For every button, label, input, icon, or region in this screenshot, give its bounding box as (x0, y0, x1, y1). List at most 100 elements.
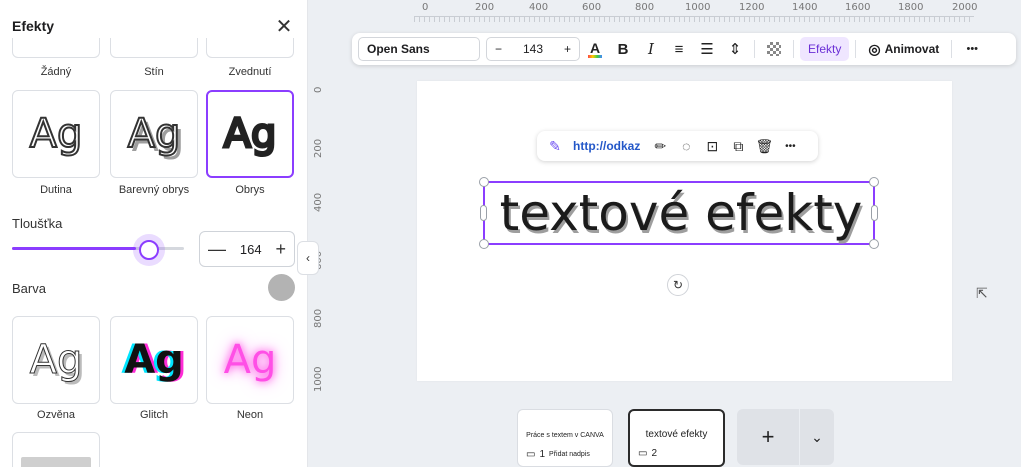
rotate-icon[interactable]: ↻ (667, 274, 689, 296)
effects-button[interactable]: Efekty (800, 37, 850, 61)
ruler-tick: 1000 (685, 2, 711, 13)
italic-icon[interactable]: I (638, 37, 664, 61)
effects-panel: Efekty ✕ Žádný Stín Zvednutí Ag Ag Ag Du… (0, 0, 308, 467)
ruler-tick: 2000 (952, 2, 978, 13)
effect-splice-thumb[interactable]: Ag (110, 90, 198, 178)
panel-title: Efekty (12, 18, 55, 34)
ruler-tick: 200 (313, 138, 324, 158)
ruler-tick: 800 (313, 308, 324, 328)
effect-hollow-label: Dutina (40, 184, 72, 196)
thickness-label: Tloušťka (12, 216, 63, 231)
effect-lift-label: Zvednutí (228, 66, 272, 78)
resize-handle[interactable] (869, 239, 879, 249)
effect-glitch-label: Glitch (139, 409, 169, 421)
ruler-tick: 1200 (739, 2, 765, 13)
resize-handle[interactable] (480, 205, 487, 221)
resize-handle[interactable] (479, 177, 489, 187)
bold-icon[interactable]: B (610, 37, 636, 61)
page-thumb-1[interactable]: Práce s textem v CANVA ▭ 1 Přidat nadpis (517, 409, 613, 467)
effect-none-thumb[interactable] (12, 38, 100, 58)
resize-handle[interactable] (869, 177, 879, 187)
ruler-tick: 400 (529, 2, 549, 13)
font-family-select[interactable]: Open Sans (358, 37, 480, 61)
ruler-tick: 400 (313, 192, 324, 212)
comment-icon[interactable]: ◌ (676, 138, 696, 154)
notes-icon: ▭ (526, 449, 536, 460)
transparency-icon[interactable] (767, 42, 781, 56)
list-icon[interactable]: ☰ (694, 37, 720, 61)
spacing-icon[interactable]: ⇕ (722, 37, 748, 61)
page-num-value: 2 (651, 448, 658, 459)
canvas-text[interactable]: textové efekty (485, 185, 877, 241)
color-label: Barva (12, 281, 46, 296)
duplicate-icon[interactable]: ⧉ (728, 138, 748, 155)
thickness-stepper: — 164 + (199, 231, 295, 267)
effect-shadow-thumb[interactable] (110, 38, 198, 58)
page-num-value: 1 (539, 449, 546, 460)
pencil-icon[interactable]: ✏ (650, 138, 670, 155)
effect-extra-thumb[interactable] (12, 432, 100, 467)
effect-sample: Ag (222, 111, 278, 157)
ruler-tick: 600 (582, 2, 602, 13)
text-toolbar: Open Sans − 143 + A B I ≡ ☰ ⇕ Efekty ◎ A… (352, 33, 1016, 65)
toolbar-divider (951, 40, 953, 58)
effect-neon-label: Neon (236, 409, 264, 421)
notes-icon: ▭ (638, 448, 648, 459)
ruler-tick: 200 (475, 2, 495, 13)
effect-glitch-thumb[interactable]: Ag (110, 316, 198, 404)
thickness-value[interactable]: 164 (240, 242, 262, 257)
animate-label: Animovat (884, 42, 940, 56)
effect-lift-thumb[interactable] (206, 38, 294, 58)
effect-none-label: Žádný (40, 66, 72, 78)
align-icon[interactable]: ≡ (666, 37, 692, 61)
effect-echo-thumb[interactable]: Ag (12, 316, 100, 404)
increase-button[interactable]: + (275, 239, 286, 260)
resize-handle[interactable] (479, 239, 489, 249)
chevron-down-icon[interactable]: ⌄ (800, 409, 834, 465)
ruler-left: 0 200 400 600 800 1000 (309, 60, 331, 400)
page-number: ▭ 1 Přidat nadpis (526, 449, 590, 460)
ruler-tick: 1400 (792, 2, 818, 13)
effect-echo-label: Ozvěna (37, 409, 75, 421)
page-number: ▭ 2 (638, 448, 657, 459)
toolbar-divider (793, 40, 794, 58)
add-page-button[interactable]: + (737, 409, 799, 465)
font-size-stepper: − 143 + (486, 37, 580, 61)
element-context-menu: ✎ http://odkaz ✏ ◌ ⊡ ⧉ 🗑 ••• (537, 131, 818, 161)
link-button[interactable]: http://odkaz (573, 139, 640, 153)
effect-splice-label: Barevný obrys (118, 184, 190, 196)
collapse-panel-button[interactable]: ‹ (297, 241, 319, 275)
effect-extra-preview (21, 457, 91, 467)
trash-icon[interactable]: 🗑 (754, 138, 774, 155)
effect-outline-thumb[interactable]: Ag (206, 90, 294, 178)
selected-text-box[interactable]: textové efekty (479, 177, 879, 249)
decrease-button[interactable]: — (208, 239, 226, 260)
more-icon[interactable]: ••• (960, 37, 984, 61)
effect-neon-thumb[interactable]: Ag (206, 316, 294, 404)
effect-hollow-thumb[interactable]: Ag (12, 90, 100, 178)
more-icon[interactable]: ••• (780, 141, 800, 152)
page-subtitle: Přidat nadpis (549, 451, 590, 458)
animate-button[interactable]: ◎ Animovat (862, 41, 945, 58)
font-size-decrease[interactable]: − (495, 42, 502, 56)
toolbar-divider (754, 40, 755, 58)
text-color-icon[interactable]: A (582, 37, 608, 61)
cursor-icon: ⇱ (976, 285, 988, 301)
page-thumb-2[interactable]: textové efekty ▭ 2 (628, 409, 725, 467)
editor-app: Efekty ✕ Žádný Stín Zvednutí Ag Ag Ag Du… (0, 0, 1021, 467)
effect-sample: Ag (124, 337, 184, 383)
ruler-tick: 0 (313, 86, 324, 93)
resize-handle[interactable] (871, 205, 878, 221)
effect-sample: Ag (29, 337, 83, 383)
ruler-tick: 1600 (845, 2, 871, 13)
lock-icon[interactable]: ⊡ (702, 138, 722, 155)
color-swatch[interactable] (268, 274, 295, 301)
effect-sample: Ag (29, 111, 84, 157)
magic-wand-icon[interactable]: ✎ (545, 138, 565, 155)
close-icon[interactable]: ✕ (274, 16, 294, 38)
font-size-increase[interactable]: + (564, 42, 571, 56)
page-thumb-title: textové efekty (645, 429, 708, 440)
font-size-value[interactable]: 143 (523, 42, 543, 56)
ruler-tick: 1800 (898, 2, 924, 13)
slider-knob[interactable] (139, 240, 159, 260)
